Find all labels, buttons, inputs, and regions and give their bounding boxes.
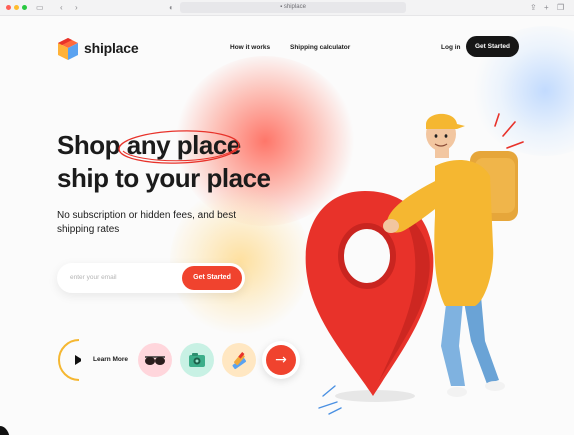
sparkle-icon	[494, 113, 524, 149]
sunglasses-icon	[145, 356, 165, 365]
address-bar[interactable]: ▪ shiplace	[180, 2, 406, 13]
corner-shadow	[0, 426, 10, 435]
sidebar-icon[interactable]: ▭	[36, 3, 44, 13]
email-signup: enter your email Get Started	[57, 263, 245, 293]
new-tab-icon[interactable]: +	[544, 3, 549, 13]
scribble-circle-icon	[118, 130, 240, 164]
headline-line-2: ship to your place	[57, 163, 271, 193]
brush-icon	[232, 352, 247, 370]
header-get-started-button[interactable]: Get Started	[466, 36, 519, 57]
tabs-icon[interactable]: ❐	[557, 3, 564, 13]
share-icon[interactable]: ⇪	[530, 3, 537, 13]
box-logo-icon[interactable]	[57, 37, 79, 61]
nav-how-it-works[interactable]: How it works	[230, 44, 270, 51]
camera-icon	[189, 353, 205, 367]
back-icon[interactable]: ‹	[60, 3, 63, 13]
learn-more-play-button[interactable]	[57, 338, 81, 382]
lock-icon: ▪	[280, 4, 283, 10]
url-text: ▪ shiplace	[280, 4, 306, 10]
landing-page: shiplace How it works Shipping calculato…	[0, 16, 574, 435]
shield-icon: ◐	[169, 3, 174, 12]
login-link[interactable]: Log in	[441, 44, 461, 51]
close-dot[interactable]	[6, 5, 11, 10]
signup-get-started-button[interactable]: Get Started	[182, 266, 242, 290]
browser-toolbar: ▭ ‹ › ◐ ▪ shiplace ⇪ + ❐	[0, 0, 574, 16]
email-input[interactable]: enter your email	[70, 274, 117, 281]
hero-subtitle: No subscription or hidden fees, and best…	[57, 210, 236, 235]
learn-more-label[interactable]: Learn More	[93, 356, 128, 363]
motion-lines-icon	[318, 385, 342, 415]
headline-shop: Shop	[57, 130, 121, 160]
arrow-right-icon: →	[266, 345, 296, 375]
chip-camera[interactable]	[180, 343, 214, 377]
nav-shipping-calculator[interactable]: Shipping calculator	[290, 44, 350, 51]
forward-icon[interactable]: ›	[75, 3, 78, 13]
courier-pin-illustration	[305, 113, 524, 415]
chip-sunglasses[interactable]	[138, 343, 172, 377]
play-icon	[75, 355, 81, 365]
brand-name[interactable]: shiplace	[84, 40, 139, 56]
minimize-dot[interactable]	[14, 5, 19, 10]
zoom-dot[interactable]	[22, 5, 27, 10]
chip-brush[interactable]	[222, 343, 256, 377]
